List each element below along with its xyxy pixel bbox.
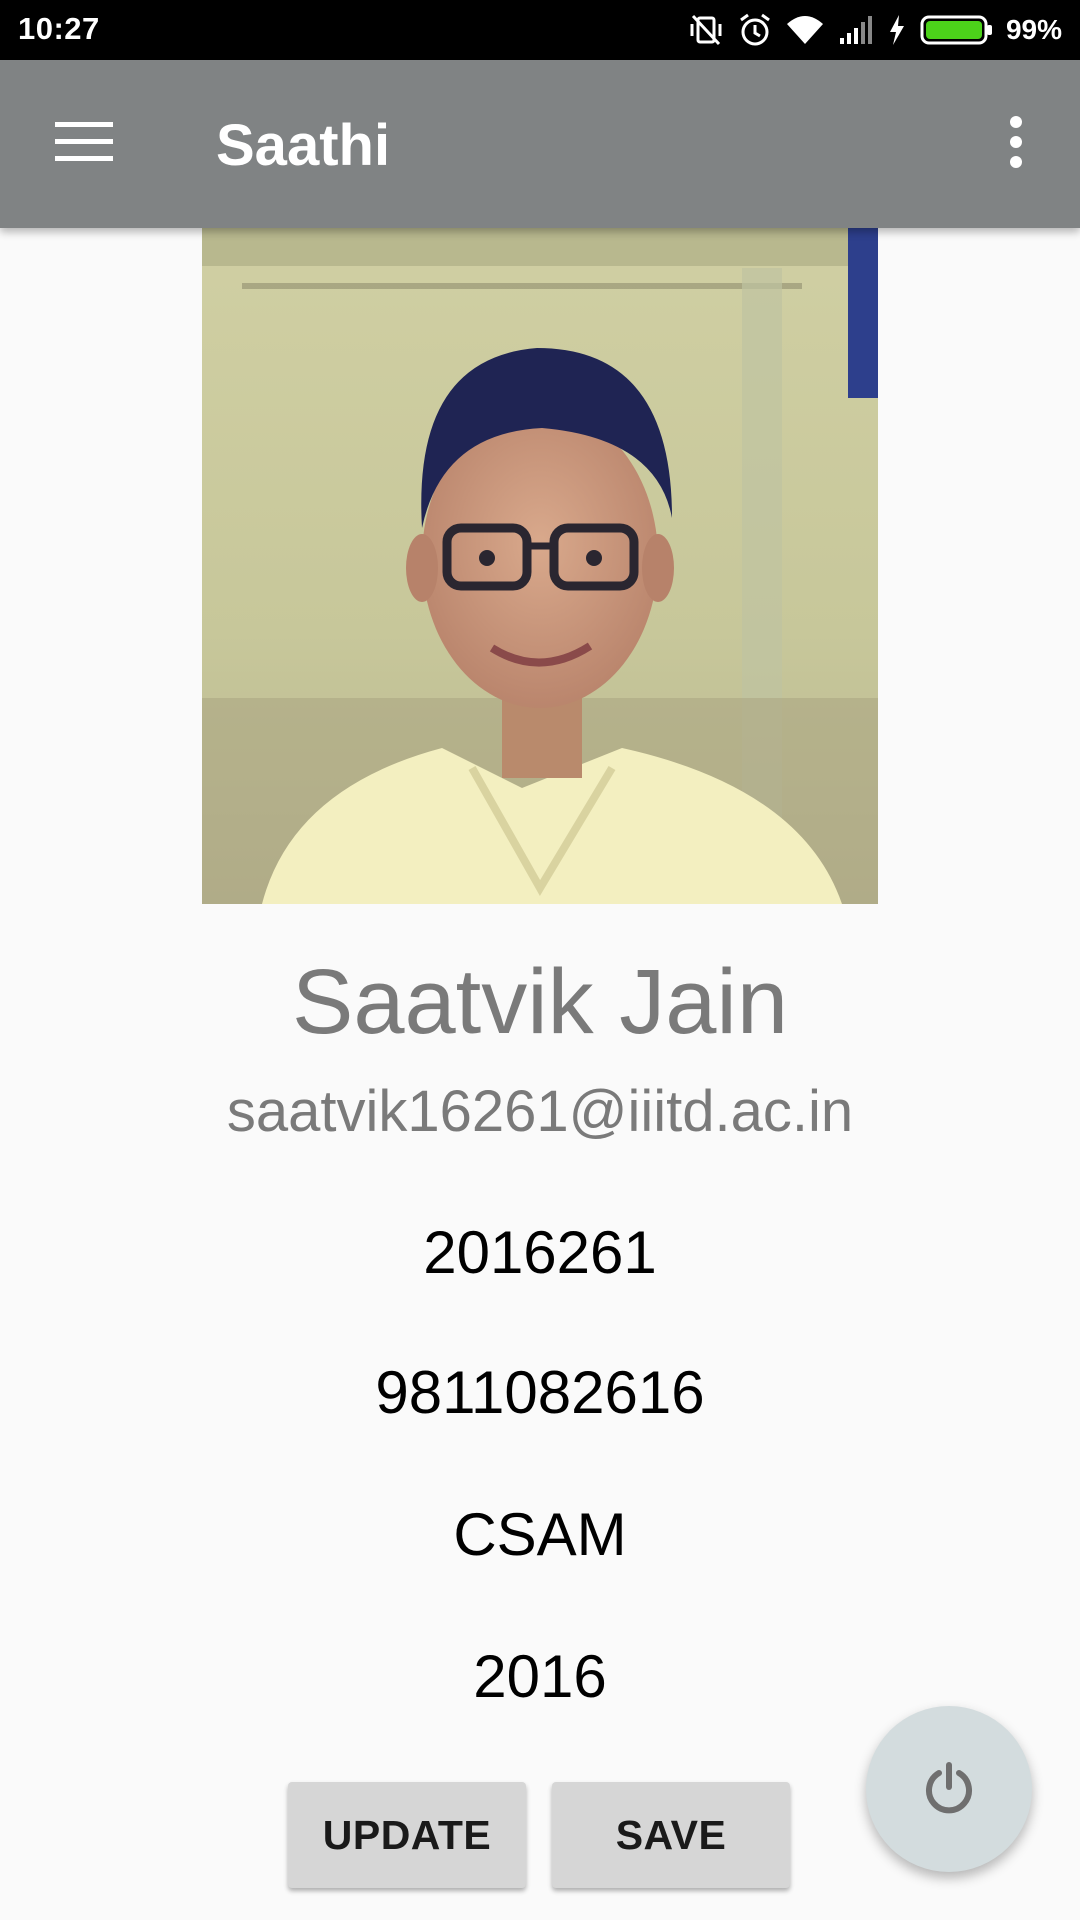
branch: CSAM <box>453 1501 627 1568</box>
logout-fab[interactable] <box>866 1706 1032 1872</box>
status-bar: 10:27 99% <box>0 0 1080 60</box>
menu-button[interactable] <box>28 94 140 194</box>
profile-name: Saatvik Jain <box>291 951 789 1053</box>
hamburger-menu-icon <box>55 120 113 169</box>
vibrate-off-icon <box>688 12 724 48</box>
app-title: Saathi <box>216 113 391 178</box>
battery-icon <box>920 14 994 46</box>
profile-photo <box>202 228 878 904</box>
overflow-menu-button[interactable] <box>966 94 1066 194</box>
more-vert-icon <box>1008 115 1024 173</box>
wifi-icon <box>786 14 824 46</box>
charging-icon <box>888 14 906 46</box>
roll-number: 2016261 <box>423 1219 657 1286</box>
phone-number: 9811082616 <box>375 1359 705 1426</box>
update-button[interactable]: UPDATE <box>288 1782 526 1888</box>
batch-year: 2016 <box>473 1643 607 1710</box>
status-icons: 99% <box>688 8 1062 52</box>
app-bar: Saathi <box>0 60 1080 228</box>
signal-icon <box>838 14 874 46</box>
save-button[interactable]: SAVE <box>552 1782 790 1888</box>
status-time: 10:27 <box>18 11 100 46</box>
battery-percent: 99% <box>1005 14 1062 45</box>
profile-email: saatvik16261@iiitd.ac.in <box>226 1079 854 1144</box>
alarm-icon <box>738 12 772 48</box>
power-icon <box>921 1759 977 1820</box>
